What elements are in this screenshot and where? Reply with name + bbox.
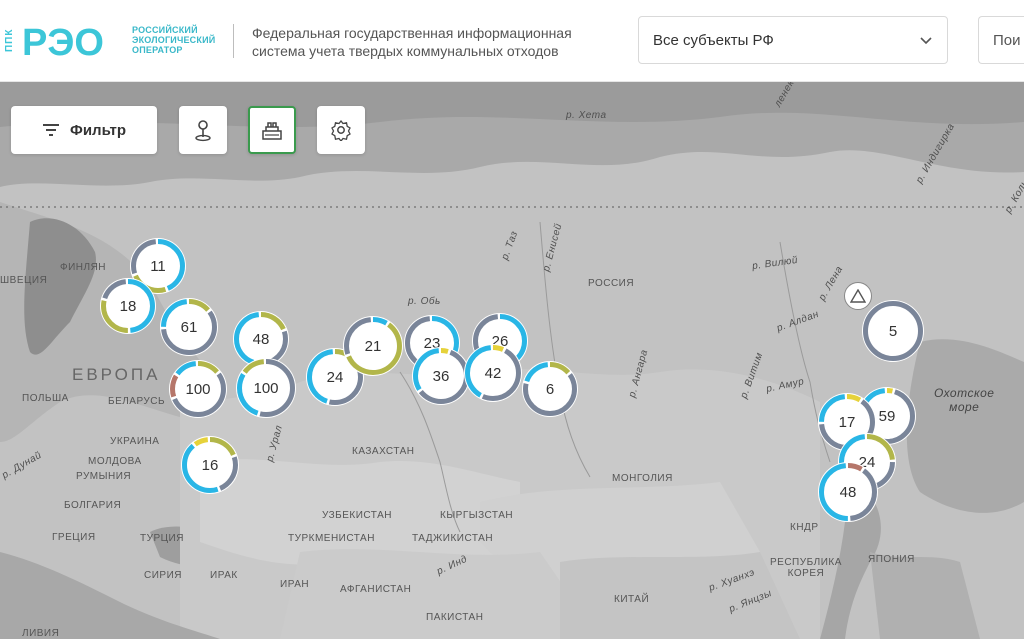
filter-icon <box>43 124 60 136</box>
cluster-marker[interactable]: 100 <box>169 360 227 418</box>
label-rossiya: РОССИЯ <box>588 278 635 289</box>
label-shveciya: ШВЕЦИЯ <box>0 275 48 286</box>
region-select[interactable]: Все субъекты РФ <box>638 16 948 64</box>
label-belarus: БЕЛАРУСЬ <box>108 396 166 407</box>
cluster-marker[interactable]: 16 <box>181 436 239 494</box>
region-select-value: Все субъекты РФ <box>653 31 774 49</box>
cluster-count: 100 <box>185 380 211 398</box>
reo-logo[interactable]: ППК РЭО РОССИЙСКИЙ ЭКОЛОГИЧЕСКИЙ ОПЕРАТО… <box>4 12 224 68</box>
label-tadzhikistan: ТАДЖИКИСТАН <box>412 533 494 544</box>
label-turciya: ТУРЦИЯ <box>140 533 184 544</box>
cluster-marker[interactable]: 42 <box>464 344 522 402</box>
label-mongoliya: МОНГОЛИЯ <box>612 473 673 484</box>
cluster-marker[interactable]: 18 <box>100 278 156 334</box>
layers-button[interactable] <box>248 106 296 154</box>
label-greciya: ГРЕЦИЯ <box>52 532 96 543</box>
cluster-count: 21 <box>364 337 382 355</box>
label-kitai: КИТАЙ <box>614 594 650 605</box>
cluster-count: 48 <box>839 483 857 501</box>
cluster-marker[interactable]: 36 <box>412 347 470 405</box>
label-r-kheta: р. Хета <box>566 110 607 121</box>
cluster-count: 6 <box>545 380 555 398</box>
label-iran: ИРАН <box>280 579 310 590</box>
label-irak: ИРАК <box>210 570 238 581</box>
cluster-marker[interactable]: 5 <box>862 300 924 362</box>
search-input[interactable]: Пои <box>978 16 1024 64</box>
logo-mark-text: РЭО <box>22 22 104 64</box>
label-turkmenistan: ТУРКМЕНИСТАН <box>288 533 375 544</box>
label-respublika-koreya: РЕСПУБЛИКА КОРЕЯ <box>770 557 842 579</box>
chevron-down-icon <box>920 37 932 45</box>
label-finlyandiya: ФИНЛЯН <box>60 262 107 273</box>
label-siriya: СИРИЯ <box>144 570 182 581</box>
logo-org-name: РОССИЙСКИЙ ЭКОЛОГИЧЕСКИЙ ОПЕРАТОР <box>132 25 216 55</box>
map-pin-icon <box>195 120 211 142</box>
cluster-count: 36 <box>432 367 450 385</box>
cluster-marker[interactable]: 48 <box>818 462 878 522</box>
cluster-marker[interactable]: 61 <box>160 298 218 356</box>
label-kyrgyzstan: КЫРГЫЗСТАН <box>440 510 514 521</box>
cluster-count: 5 <box>888 322 898 340</box>
cluster-marker[interactable]: 100 <box>236 358 296 418</box>
label-kazakhstan: КАЗАХСТАН <box>352 446 415 457</box>
label-ukraina: УКРАИНА <box>110 436 160 447</box>
cluster-marker[interactable]: 21 <box>343 316 403 376</box>
settings-icon <box>331 119 351 141</box>
label-moldova: МОЛДОВА <box>88 456 142 467</box>
label-yaponiya: ЯПОНИЯ <box>868 554 915 565</box>
label-pakistan: ПАКИСТАН <box>426 612 484 623</box>
cluster-marker[interactable]: 6 <box>522 361 578 417</box>
label-rumyniya: РУМЫНИЯ <box>76 471 132 482</box>
label-r-ob: р. Обь <box>408 296 441 307</box>
header: ППК РЭО РОССИЙСКИЙ ЭКОЛОГИЧЕСКИЙ ОПЕРАТО… <box>0 0 1024 82</box>
cluster-count: 18 <box>119 297 137 315</box>
header-divider <box>233 24 234 58</box>
filter-button[interactable]: Фильтр <box>11 106 157 154</box>
label-bolgariya: БОЛГАРИЯ <box>64 500 122 511</box>
map-pin-button[interactable] <box>179 106 227 154</box>
label-okhotskoe-more: Охотское море <box>934 386 995 414</box>
cluster-count: 61 <box>180 318 198 336</box>
logo-mark-icon: РЭО <box>22 22 104 64</box>
label-afganistan: АФГАНИСТАН <box>340 584 412 595</box>
cluster-count: 42 <box>484 364 502 382</box>
label-polsha: ПОЛЬША <box>22 393 69 404</box>
map-view[interactable]: Фильтр ЕВРОПА ФИНЛЯН ШВЕЦИЯ ПОЛЬША БЕЛАР… <box>0 82 1024 639</box>
layers-icon <box>262 122 282 140</box>
search-placeholder: Пои <box>993 31 1021 49</box>
label-liviya: ЛИВИЯ <box>22 628 60 639</box>
filter-button-label: Фильтр <box>70 121 126 139</box>
system-title: Федеральная государственная информационн… <box>252 25 572 59</box>
label-uzbekistan: УЗБЕКИСТАН <box>322 510 392 521</box>
cluster-count: 100 <box>253 379 279 397</box>
logo-ppk-text: ППК <box>4 28 15 52</box>
cluster-count: 16 <box>201 456 219 474</box>
label-evropa: ЕВРОПА <box>72 365 161 384</box>
label-kndr: КНДР <box>790 522 819 533</box>
settings-button[interactable] <box>317 106 365 154</box>
